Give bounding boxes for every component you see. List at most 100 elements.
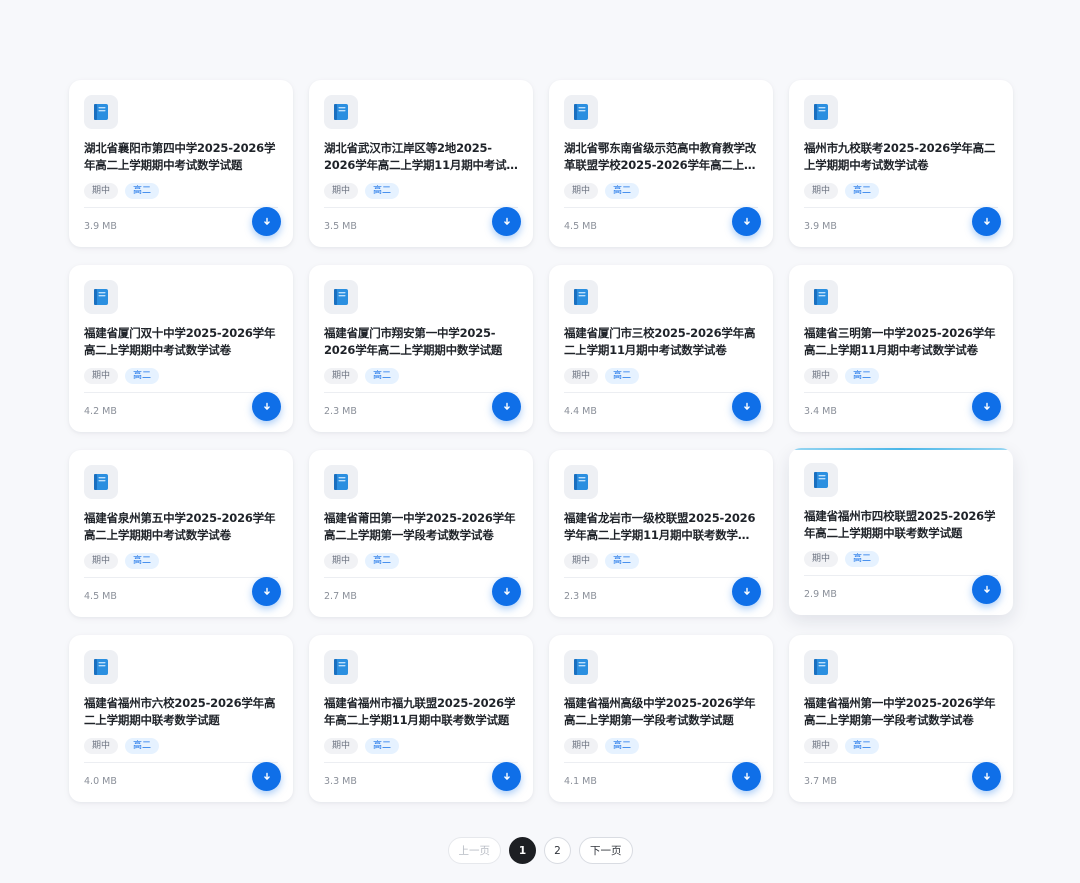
- file-title[interactable]: 福建省厦门双十中学2025-2026学年高二上学期期中考试数学试卷: [84, 325, 278, 359]
- download-button[interactable]: [492, 577, 521, 606]
- download-icon: [503, 587, 510, 595]
- download-button[interactable]: [732, 392, 761, 421]
- file-title[interactable]: 福建省福州市六校2025-2026学年高二上学期期中联考数学试题: [84, 695, 278, 729]
- file-tags: 期中 高二: [804, 738, 998, 754]
- file-card[interactable]: 湖北省鄂东南省级示范高中教育教学改革联盟学校2025-2026学年高二上学期期中…: [549, 80, 773, 247]
- download-button[interactable]: [732, 207, 761, 236]
- file-size: 4.4 MB: [564, 406, 597, 417]
- file-title[interactable]: 湖北省武汉市江岸区等2地2025-2026学年高二上学期11月期中考试数学试题: [324, 140, 518, 174]
- file-title[interactable]: 福建省泉州第五中学2025-2026学年高二上学期期中考试数学试卷: [84, 510, 278, 544]
- file-card[interactable]: 福建省三明第一中学2025-2026学年高二上学期11月期中考试数学试卷 期中 …: [789, 265, 1013, 432]
- grade-tag: 高二: [605, 368, 640, 384]
- next-page-button[interactable]: 下一页: [579, 837, 633, 864]
- download-button[interactable]: [732, 577, 761, 606]
- file-size: 3.5 MB: [324, 221, 357, 232]
- exam-type-tag: 期中: [564, 553, 599, 569]
- download-button[interactable]: [252, 577, 281, 606]
- exam-type-tag: 期中: [324, 368, 359, 384]
- card-divider: [564, 577, 758, 578]
- file-title[interactable]: 福建省龙岩市一级校联盟2025-2026学年高二上学期11月期中联考数学试题: [564, 510, 758, 544]
- file-card[interactable]: 福建省福州市六校2025-2026学年高二上学期期中联考数学试题 期中 高二 4…: [69, 635, 293, 802]
- file-card[interactable]: 福建省厦门市翔安第一中学2025-2026学年高二上学期期中数学试题 期中 高二…: [309, 265, 533, 432]
- file-size: 3.4 MB: [804, 406, 837, 417]
- card-divider: [324, 207, 518, 208]
- file-title[interactable]: 福建省三明第一中学2025-2026学年高二上学期11月期中考试数学试卷: [804, 325, 998, 359]
- grade-tag: 高二: [845, 368, 880, 384]
- exam-type-tag: 期中: [84, 183, 119, 199]
- file-size: 4.5 MB: [564, 221, 597, 232]
- file-grid: 湖北省襄阳市第四中学2025-2026学年高二上学期期中考试数学试题 期中 高二…: [69, 80, 1013, 802]
- file-card[interactable]: 湖北省武汉市江岸区等2地2025-2026学年高二上学期11月期中考试数学试题 …: [309, 80, 533, 247]
- card-divider: [564, 762, 758, 763]
- file-card[interactable]: 湖北省襄阳市第四中学2025-2026学年高二上学期期中考试数学试题 期中 高二…: [69, 80, 293, 247]
- file-title[interactable]: 福建省福州第一中学2025-2026学年高二上学期第一学段考试数学试卷: [804, 695, 998, 729]
- file-tags: 期中 高二: [564, 738, 758, 754]
- book-icon: [564, 280, 598, 314]
- file-title[interactable]: 福建省厦门市翔安第一中学2025-2026学年高二上学期期中数学试题: [324, 325, 518, 359]
- file-title[interactable]: 湖北省鄂东南省级示范高中教育教学改革联盟学校2025-2026学年高二上学期期中…: [564, 140, 758, 174]
- grade-tag: 高二: [365, 553, 400, 569]
- file-tags: 期中 高二: [84, 183, 278, 199]
- download-button[interactable]: [492, 207, 521, 236]
- exam-type-tag: 期中: [804, 551, 839, 567]
- file-card[interactable]: 福建省福州市福九联盟2025-2026学年高二上学期11月期中联考数学试题 期中…: [309, 635, 533, 802]
- page-2-button[interactable]: 2: [544, 837, 571, 864]
- file-size: 3.9 MB: [84, 221, 117, 232]
- file-card[interactable]: 福建省福州第一中学2025-2026学年高二上学期第一学段考试数学试卷 期中 高…: [789, 635, 1013, 802]
- download-button[interactable]: [252, 207, 281, 236]
- download-button[interactable]: [972, 575, 1001, 604]
- file-title[interactable]: 福建省厦门市三校2025-2026学年高二上学期11月期中考试数学试卷: [564, 325, 758, 359]
- book-icon: [564, 465, 598, 499]
- grade-tag: 高二: [125, 738, 160, 754]
- file-card[interactable]: 福建省泉州第五中学2025-2026学年高二上学期期中考试数学试卷 期中 高二 …: [69, 450, 293, 617]
- grade-tag: 高二: [125, 183, 160, 199]
- file-card[interactable]: 福州市九校联考2025-2026学年高二上学期期中考试数学试卷 期中 高二 3.…: [789, 80, 1013, 247]
- exam-type-tag: 期中: [324, 738, 359, 754]
- file-size: 4.0 MB: [84, 776, 117, 787]
- book-icon: [564, 95, 598, 129]
- book-icon: [324, 280, 358, 314]
- file-card[interactable]: 福建省福州市四校联盟2025-2026学年高二上学期期中联考数学试题 期中 高二…: [789, 448, 1013, 615]
- file-size: 3.7 MB: [804, 776, 837, 787]
- download-button[interactable]: [252, 392, 281, 421]
- file-card[interactable]: 福建省厦门市三校2025-2026学年高二上学期11月期中考试数学试卷 期中 高…: [549, 265, 773, 432]
- card-divider: [564, 207, 758, 208]
- file-title[interactable]: 福建省莆田第一中学2025-2026学年高二上学期第一学段考试数学试卷: [324, 510, 518, 544]
- download-icon: [503, 402, 510, 410]
- download-button[interactable]: [492, 762, 521, 791]
- file-card[interactable]: 福建省莆田第一中学2025-2026学年高二上学期第一学段考试数学试卷 期中 高…: [309, 450, 533, 617]
- file-card[interactable]: 福建省厦门双十中学2025-2026学年高二上学期期中考试数学试卷 期中 高二 …: [69, 265, 293, 432]
- download-icon: [743, 402, 750, 410]
- download-icon: [263, 402, 270, 410]
- card-divider: [564, 392, 758, 393]
- grade-tag: 高二: [605, 183, 640, 199]
- file-title[interactable]: 福建省福州高级中学2025-2026学年高二上学期第一学段考试数学试题: [564, 695, 758, 729]
- file-card[interactable]: 福建省龙岩市一级校联盟2025-2026学年高二上学期11月期中联考数学试题 期…: [549, 450, 773, 617]
- file-title[interactable]: 福州市九校联考2025-2026学年高二上学期期中考试数学试卷: [804, 140, 998, 174]
- download-button[interactable]: [972, 762, 1001, 791]
- download-icon: [743, 772, 750, 780]
- file-title[interactable]: 福建省福州市四校联盟2025-2026学年高二上学期期中联考数学试题: [804, 508, 998, 542]
- download-icon: [983, 402, 990, 410]
- card-divider: [804, 575, 998, 576]
- file-title[interactable]: 湖北省襄阳市第四中学2025-2026学年高二上学期期中考试数学试题: [84, 140, 278, 174]
- download-button[interactable]: [492, 392, 521, 421]
- exam-type-tag: 期中: [564, 183, 599, 199]
- file-card[interactable]: 福建省福州高级中学2025-2026学年高二上学期第一学段考试数学试题 期中 高…: [549, 635, 773, 802]
- card-divider: [84, 762, 278, 763]
- file-tags: 期中 高二: [324, 183, 518, 199]
- page-1-button[interactable]: 1: [509, 837, 536, 864]
- file-tags: 期中 高二: [84, 738, 278, 754]
- book-icon: [804, 463, 838, 497]
- download-button[interactable]: [732, 762, 761, 791]
- file-title[interactable]: 福建省福州市福九联盟2025-2026学年高二上学期11月期中联考数学试题: [324, 695, 518, 729]
- grade-tag: 高二: [125, 368, 160, 384]
- exam-type-tag: 期中: [564, 368, 599, 384]
- download-button[interactable]: [252, 762, 281, 791]
- prev-page-button[interactable]: 上一页: [447, 837, 501, 864]
- download-button[interactable]: [972, 392, 1001, 421]
- grade-tag: 高二: [365, 738, 400, 754]
- file-tags: 期中 高二: [84, 553, 278, 569]
- download-button[interactable]: [972, 207, 1001, 236]
- file-tags: 期中 高二: [804, 551, 998, 567]
